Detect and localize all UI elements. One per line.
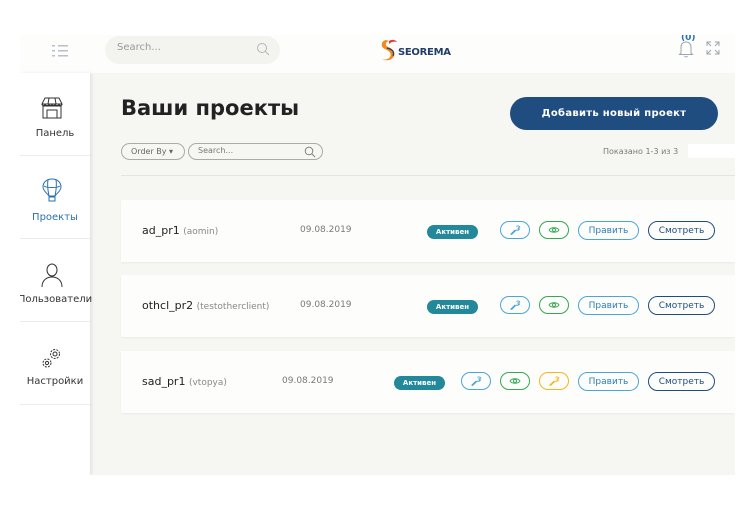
sidebar-item-label: Пользователи [20,294,93,305]
project-name-text: sad_pr1 [142,375,186,388]
project-date: 09.08.2019 [282,376,334,386]
wrench-icon [471,376,482,386]
sidebar-item-label: Настройки [26,376,84,387]
shop-icon [41,97,63,119]
view-button[interactable]: Смотреть [648,296,715,315]
view-button[interactable]: Смотреть [648,372,715,391]
sidebar-item-label: Панель [35,128,75,139]
wrench-icon [510,300,521,310]
project-name-text: othcl_pr2 [142,299,194,312]
eye-icon [548,227,560,233]
chevron-down-icon: ▾ [169,147,174,156]
top-search [105,36,280,64]
settings-tool-button[interactable] [500,296,530,314]
divider [121,175,735,176]
project-name: othcl_pr2 (testotherclient) [142,299,269,312]
project-card: othcl_pr2 (testotherclient) 09.08.2019 А… [121,275,735,337]
menu-toggle-icon[interactable] [50,43,70,59]
settings-tool-button[interactable] [461,372,491,390]
logo[interactable]: SEOREMA [377,36,452,64]
preview-tool-button[interactable] [539,296,569,314]
admin-tool-button[interactable] [539,372,569,390]
project-search [188,143,323,160]
project-date: 09.08.2019 [300,225,352,235]
status-badge: Активен [427,225,478,239]
preview-tool-button[interactable] [500,372,530,390]
project-name: sad_pr1 (vtopya) [142,375,227,388]
fullscreen-icon[interactable] [706,41,720,55]
wrench-icon [549,376,560,386]
top-search-input[interactable] [117,42,247,53]
project-name: ad_pr1 (aomin) [142,224,218,237]
sidebar-item-projects[interactable]: Проекты [20,156,90,239]
settings-tool-button[interactable] [500,221,530,239]
sidebar-item-users[interactable]: Пользователи [20,239,92,322]
sidebar: Панель Проекты Пользователи Настройки [20,73,92,475]
project-name-text: ad_pr1 [142,224,180,237]
balloon-icon [42,178,62,202]
project-card: sad_pr1 (vtopya) 09.08.2019 Активен Прав… [121,351,735,413]
add-project-button[interactable]: Добавить новый проект [510,97,718,130]
top-bar: SEOREMA (0) [20,35,735,73]
order-by-select[interactable]: Order By ▾ [121,143,185,160]
preview-tool-button[interactable] [539,221,569,239]
edit-button[interactable]: Править [578,221,639,240]
sidebar-item-settings[interactable]: Настройки [20,322,90,405]
edit-button[interactable]: Править [578,372,639,391]
project-card: ad_pr1 (aomin) 09.08.2019 Активен Правит… [121,200,735,262]
edit-button[interactable]: Править [578,296,639,315]
project-search-input[interactable] [198,146,298,155]
sidebar-item-label: Проекты [32,212,78,223]
app-frame: SEOREMA (0) Панель Проекты Пользователи … [20,35,735,475]
status-badge: Активен [427,300,478,314]
gears-icon [42,349,60,368]
page-title: Ваши проекты [121,96,300,120]
results-count-mask [688,144,735,158]
project-date: 09.08.2019 [300,300,352,310]
project-client: (aomin) [183,227,219,237]
view-button[interactable]: Смотреть [648,221,715,240]
project-client: (vtopya) [188,378,227,388]
eye-icon [548,302,560,308]
eye-icon [509,378,521,384]
search-icon[interactable] [304,146,316,158]
logo-text: SEOREMA [398,47,451,58]
order-by-label: Order By [131,147,167,156]
notification-count: (0) [681,35,696,43]
project-client: (testotherclient) [196,302,270,312]
wrench-icon [510,225,521,235]
results-count: Показано 1-3 из 3 [603,147,679,156]
sidebar-item-panel[interactable]: Панель [20,73,90,156]
user-icon [41,263,63,288]
status-badge: Активен [394,376,445,390]
search-icon[interactable] [256,42,270,56]
corner-decoration [715,70,735,150]
